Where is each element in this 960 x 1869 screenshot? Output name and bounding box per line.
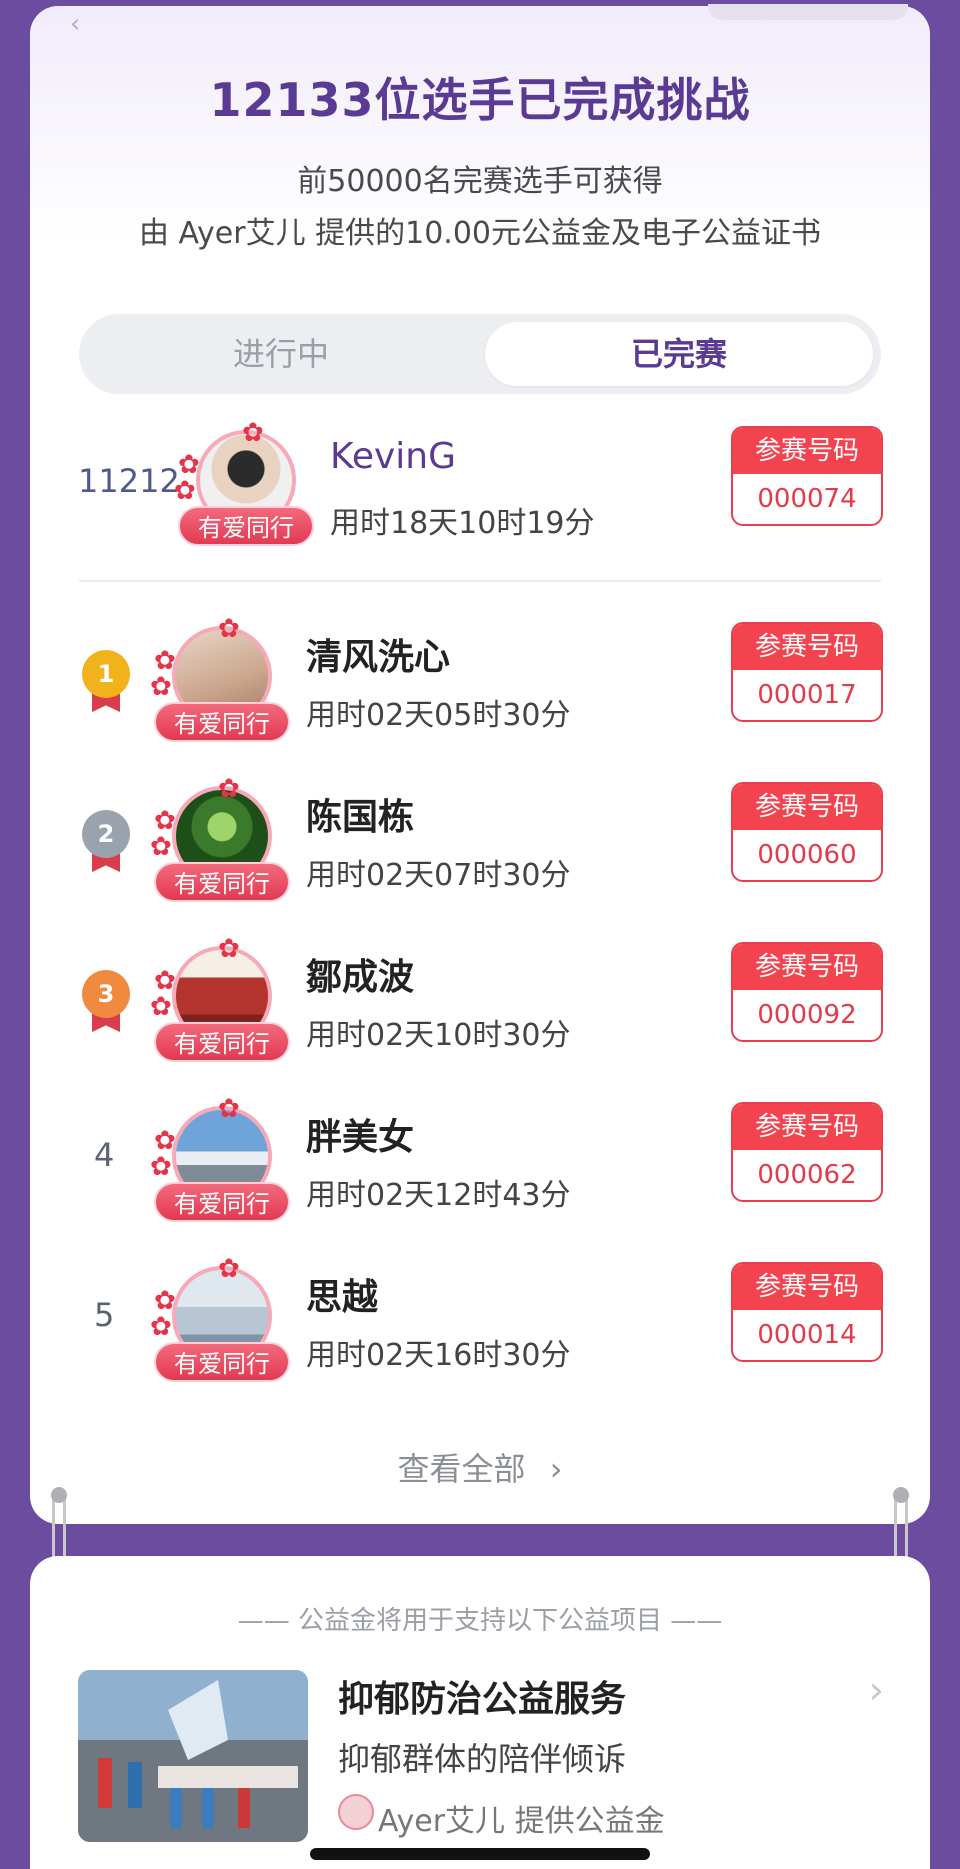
project-description: 抑郁群体的陪伴倾诉 bbox=[338, 1740, 627, 1778]
flower-icon: ✿ bbox=[154, 646, 176, 676]
leaderboard-row[interactable]: 4 ✿ ✿ ✿ 有爱同行 胖美女 用时02天12时43分 参赛号码 000062 bbox=[30, 1096, 930, 1232]
runner-name: 胖美女 bbox=[306, 1117, 415, 1158]
leaderboard-row[interactable]: 5 ✿ ✿ ✿ 有爱同行 思越 用时02天16时30分 参赛号码 000014 bbox=[30, 1256, 930, 1392]
love-badge: 有爱同行 bbox=[178, 506, 314, 546]
medal-icon: 1 bbox=[82, 650, 130, 720]
love-badge: 有爱同行 bbox=[154, 1342, 290, 1382]
runner-name: 陈国栋 bbox=[306, 797, 415, 838]
avatar: ✿ ✿ ✿ 有爱同行 bbox=[150, 1256, 290, 1392]
runner-time: 用时02天07时30分 bbox=[306, 858, 571, 893]
completed-count-headline: 12133位选手已完成挑战 bbox=[209, 73, 751, 127]
tab-in-progress[interactable]: 进行中 bbox=[87, 322, 475, 386]
tab-finished[interactable]: 已完赛 bbox=[485, 322, 873, 386]
bib-number-card: 参赛号码 000014 bbox=[731, 1262, 883, 1362]
medal-icon: 2 bbox=[82, 810, 130, 880]
card-hook-dot bbox=[893, 1487, 909, 1503]
flower-icon: ✿ bbox=[150, 832, 172, 862]
flower-icon: ✿ bbox=[150, 1152, 172, 1182]
flower-icon: ✿ bbox=[154, 966, 176, 996]
love-badge: 有爱同行 bbox=[154, 862, 290, 902]
bib-label: 参赛号码 bbox=[733, 1104, 881, 1150]
chevron-right-icon[interactable]: › bbox=[869, 1668, 884, 1712]
rank-number: 5 bbox=[94, 1296, 115, 1334]
project-image[interactable] bbox=[78, 1670, 308, 1842]
leaderboard-card: ‹ 12133位选手已完成挑战 前50000名完赛选手可获得 由 Ayer艾儿 … bbox=[30, 4, 930, 1524]
avatar: ✿ ✿ ✿ 有爱同行 bbox=[150, 1096, 290, 1232]
bib-number-card: 参赛号码 000062 bbox=[731, 1102, 883, 1202]
sponsor-logo-icon bbox=[338, 1794, 374, 1830]
bib-number: 000014 bbox=[757, 1320, 857, 1350]
flower-icon: ✿ bbox=[174, 476, 196, 506]
divider bbox=[79, 580, 881, 582]
flower-icon: ✿ bbox=[178, 450, 200, 480]
top-corner-pill bbox=[708, 4, 908, 20]
view-all-label: 查看全部 bbox=[397, 1450, 526, 1488]
project-sponsor: Ayer艾儿 提供公益金 bbox=[378, 1804, 665, 1839]
love-badge: 有爱同行 bbox=[154, 1022, 290, 1062]
my-entry-row[interactable]: 11212 ✿ ✿ ✿ 有爱同行 KevinG 用时18天10时19分 参赛号码… bbox=[30, 420, 930, 556]
bib-label: 参赛号码 bbox=[733, 944, 881, 990]
status-tabs: 进行中 已完赛 bbox=[79, 314, 881, 394]
love-badge: 有爱同行 bbox=[154, 702, 290, 742]
runner-time: 用时02天12时43分 bbox=[306, 1178, 571, 1213]
bib-label: 参赛号码 bbox=[733, 784, 881, 830]
runner-name: 鄒成波 bbox=[306, 957, 415, 998]
flower-icon: ✿ bbox=[242, 418, 264, 448]
my-time: 用时18天10时19分 bbox=[330, 506, 595, 541]
bib-number: 000062 bbox=[757, 1160, 857, 1190]
reward-limit-text: 前50000名完赛选手可获得 bbox=[297, 164, 663, 199]
reward-detail-text: 由 Ayer艾儿 提供的10.00元公益金及电子公益证书 bbox=[139, 216, 821, 251]
avatar: ✿ ✿ ✿ 有爱同行 bbox=[150, 936, 290, 1072]
flower-icon: ✿ bbox=[218, 1094, 240, 1124]
bib-label: 参赛号码 bbox=[733, 428, 881, 474]
rank-number: 4 bbox=[94, 1136, 115, 1174]
flower-icon: ✿ bbox=[154, 1286, 176, 1316]
flower-icon: ✿ bbox=[154, 806, 176, 836]
bib-number: 000017 bbox=[757, 680, 857, 710]
bib-number-card: 参赛号码 000017 bbox=[731, 622, 883, 722]
home-indicator[interactable] bbox=[310, 1848, 650, 1860]
love-badge: 有爱同行 bbox=[154, 1182, 290, 1222]
charity-section-title: —— 公益金将用于支持以下公益项目 —— bbox=[237, 1606, 723, 1636]
avatar: ✿ ✿ ✿ 有爱同行 bbox=[174, 420, 314, 556]
flower-icon: ✿ bbox=[150, 672, 172, 702]
runner-name: 思越 bbox=[306, 1277, 379, 1318]
bib-number: 000092 bbox=[757, 1000, 857, 1030]
medal-icon: 3 bbox=[82, 970, 130, 1040]
flower-icon: ✿ bbox=[218, 934, 240, 964]
charity-card: —— 公益金将用于支持以下公益项目 —— 抑郁防治公益服务 抑郁群体的陪伴倾诉 … bbox=[30, 1556, 930, 1869]
bib-number-card: 参赛号码 000060 bbox=[731, 782, 883, 882]
view-all-link[interactable]: 查看全部 › bbox=[30, 1444, 930, 1490]
bib-number: 000074 bbox=[757, 484, 857, 514]
leaderboard-row[interactable]: 2 ✿ ✿ ✿ 有爱同行 陈国栋 用时02天07时30分 参赛号码 000060 bbox=[30, 776, 930, 912]
runner-time: 用时02天10时30分 bbox=[306, 1018, 571, 1053]
flower-icon: ✿ bbox=[154, 1126, 176, 1156]
my-name: KevinG bbox=[330, 436, 456, 477]
flower-icon: ✿ bbox=[150, 1312, 172, 1342]
leaderboard-row[interactable]: 1 ✿ ✿ ✿ 有爱同行 清风洗心 用时02天05时30分 参赛号码 00001… bbox=[30, 616, 930, 752]
runner-time: 用时02天16时30分 bbox=[306, 1338, 571, 1373]
bib-number: 000060 bbox=[757, 840, 857, 870]
card-hook-dot bbox=[51, 1487, 67, 1503]
runner-name: 清风洗心 bbox=[306, 637, 451, 678]
bib-label: 参赛号码 bbox=[733, 624, 881, 670]
flower-icon: ✿ bbox=[218, 1254, 240, 1284]
flower-icon: ✿ bbox=[218, 774, 240, 804]
runner-time: 用时02天05时30分 bbox=[306, 698, 571, 733]
bib-label: 参赛号码 bbox=[733, 1264, 881, 1310]
flower-icon: ✿ bbox=[150, 992, 172, 1022]
bib-number-card: 参赛号码 000074 bbox=[731, 426, 883, 526]
back-icon[interactable]: ‹ bbox=[70, 11, 94, 37]
avatar: ✿ ✿ ✿ 有爱同行 bbox=[150, 616, 290, 752]
project-title: 抑郁防治公益服务 bbox=[338, 1679, 627, 1720]
leaderboard-row[interactable]: 3 ✿ ✿ ✿ 有爱同行 鄒成波 用时02天10时30分 参赛号码 000092 bbox=[30, 936, 930, 1072]
bib-number-card: 参赛号码 000092 bbox=[731, 942, 883, 1042]
avatar: ✿ ✿ ✿ 有爱同行 bbox=[150, 776, 290, 912]
chevron-right-icon: › bbox=[549, 1450, 563, 1488]
flower-icon: ✿ bbox=[218, 614, 240, 644]
